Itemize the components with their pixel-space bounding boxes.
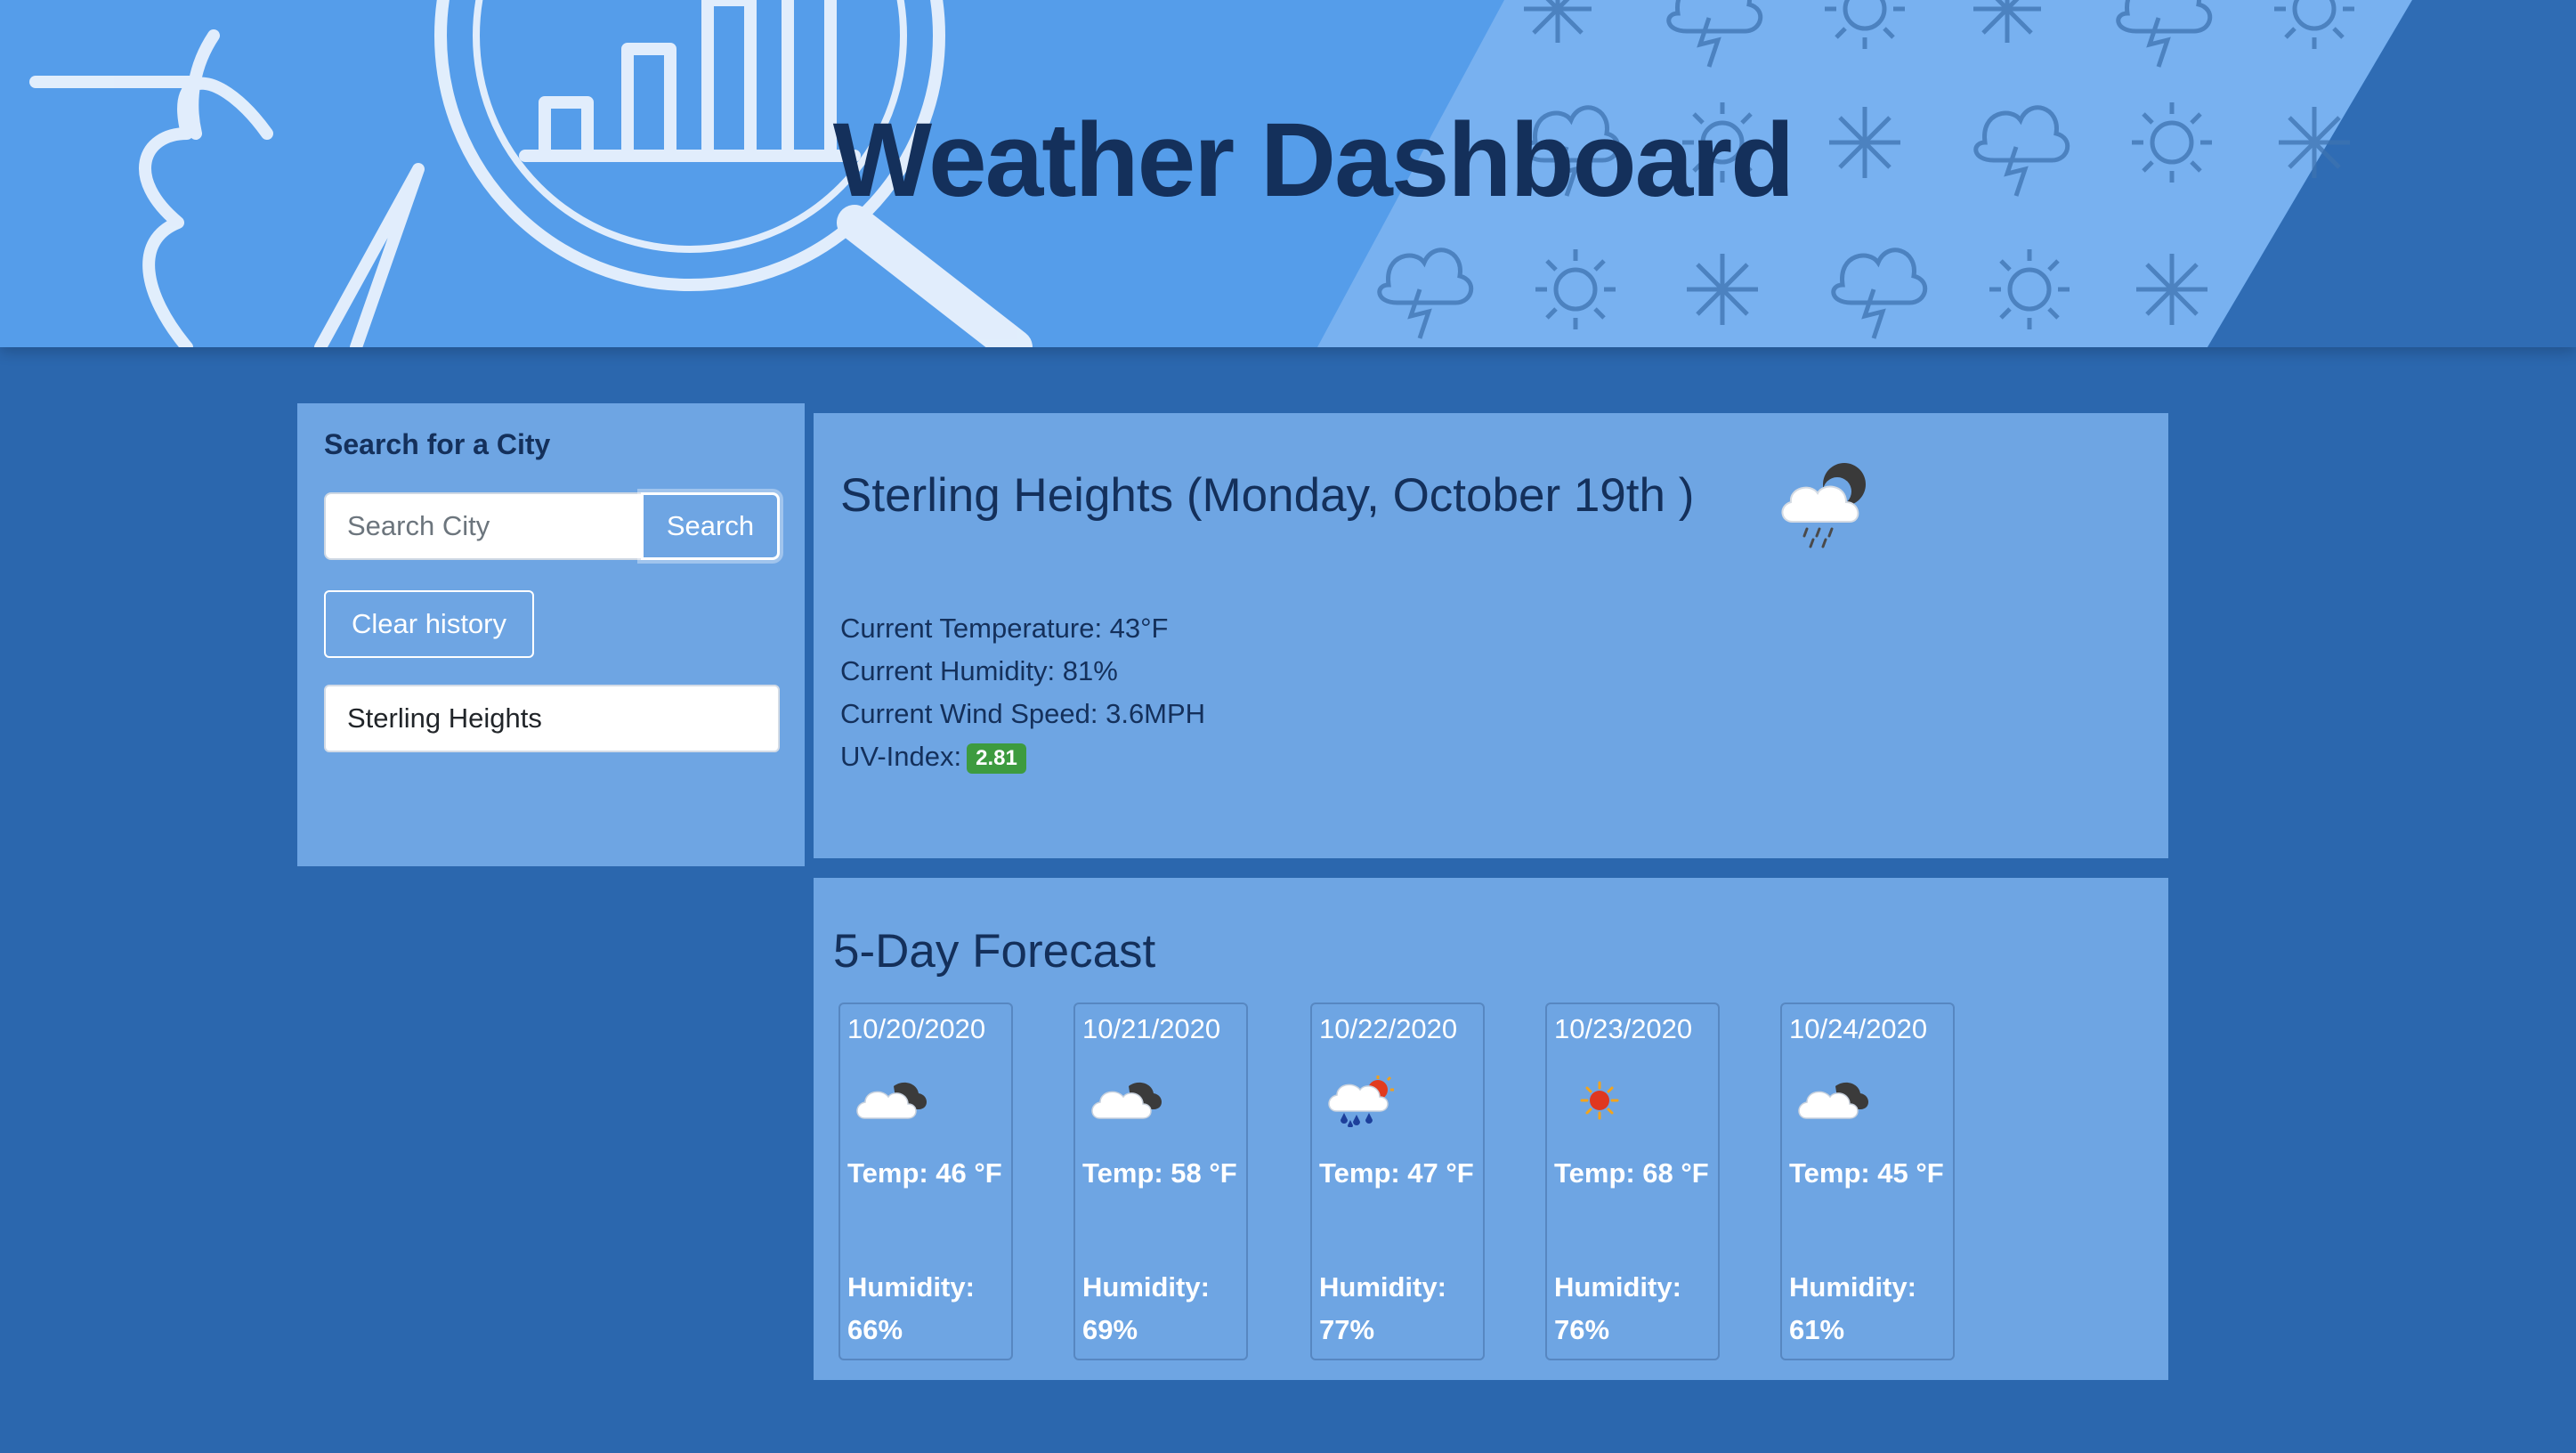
current-temperature: Current Temperature: 43°F (840, 613, 1169, 644)
forecast-date: 10/23/2020 (1554, 1013, 1693, 1044)
history-item[interactable]: Sterling Heights (324, 685, 780, 752)
forecast-temp: Temp: 68 °F (1554, 1157, 1709, 1189)
forecast-card: 5-Day Forecast 10/20/2020 Temp: 46 °F Hu… (814, 878, 2168, 1380)
forecast-date: 10/24/2020 (1789, 1013, 1928, 1044)
forecast-title: 5-Day Forecast (833, 925, 1156, 978)
current-weather-card: Sterling Heights (Monday, October 19th )… (814, 413, 2168, 858)
forecast-temp: Temp: 58 °F (1082, 1157, 1237, 1189)
forecast-humidity: Humidity: 61% (1789, 1271, 1916, 1345)
forecast-humidity: Humidity: 77% (1319, 1271, 1446, 1345)
forecast-day: 10/22/2020 Temp: 47 °F Humidity: 77% (1310, 1002, 1485, 1360)
uv-index-row: UV-Index: 2.81 (840, 735, 1205, 778)
forecast-day: 10/23/2020 Temp: 68 °F Humidity: 76% (1545, 1002, 1720, 1360)
search-panel: Search for a City Search Clear history S… (297, 403, 805, 866)
forecast-day: 10/21/2020 Temp: 58 °F Humidity: 69% (1073, 1002, 1248, 1360)
current-details: Current Temperature: 43°F Current Humidi… (840, 607, 1205, 778)
forecast-humidity: Humidity: 66% (847, 1271, 975, 1345)
forecast-day: 10/20/2020 Temp: 46 °F Humidity: 66% (838, 1002, 1013, 1360)
rain-sun-icon (1328, 1076, 1394, 1127)
forecast-humidity: Humidity: 76% (1554, 1271, 1681, 1345)
search-label: Search for a City (324, 428, 551, 460)
header-banner: Weather Dashboard (0, 0, 2576, 347)
clear-history-button[interactable]: Clear history (324, 590, 534, 658)
forecast-temp: Temp: 46 °F (847, 1157, 1002, 1189)
forecast-humidity: Humidity: 69% (1082, 1271, 1210, 1345)
current-wind-speed: Current Wind Speed: 3.6MPH (840, 698, 1206, 729)
rain-cloud-night-icon (1781, 463, 1866, 548)
page-title: Weather Dashboard (832, 101, 1795, 219)
uv-index-label: UV-Index: (840, 741, 962, 772)
forecast-date: 10/22/2020 (1319, 1013, 1458, 1044)
forecast-date: 10/21/2020 (1082, 1013, 1221, 1044)
forecast-date: 10/20/2020 (847, 1013, 986, 1044)
uv-index-badge: 2.81 (967, 743, 1026, 774)
cloudy-icon (1091, 1082, 1162, 1119)
current-city-date: Sterling Heights (Monday, October 19th ) (840, 469, 1695, 522)
forecast-temp: Temp: 47 °F (1319, 1157, 1474, 1189)
sun-icon (1580, 1081, 1619, 1120)
search-input[interactable] (324, 492, 644, 560)
current-humidity: Current Humidity: 81% (840, 655, 1118, 686)
forecast-day: 10/24/2020 Temp: 45 °F Humidity: 61% (1780, 1002, 1955, 1360)
forecast-temp: Temp: 45 °F (1789, 1157, 1944, 1189)
search-group: Search (324, 492, 780, 560)
cloudy-icon (856, 1082, 927, 1119)
search-button[interactable]: Search (641, 492, 780, 560)
cloudy-icon (1798, 1082, 1868, 1119)
